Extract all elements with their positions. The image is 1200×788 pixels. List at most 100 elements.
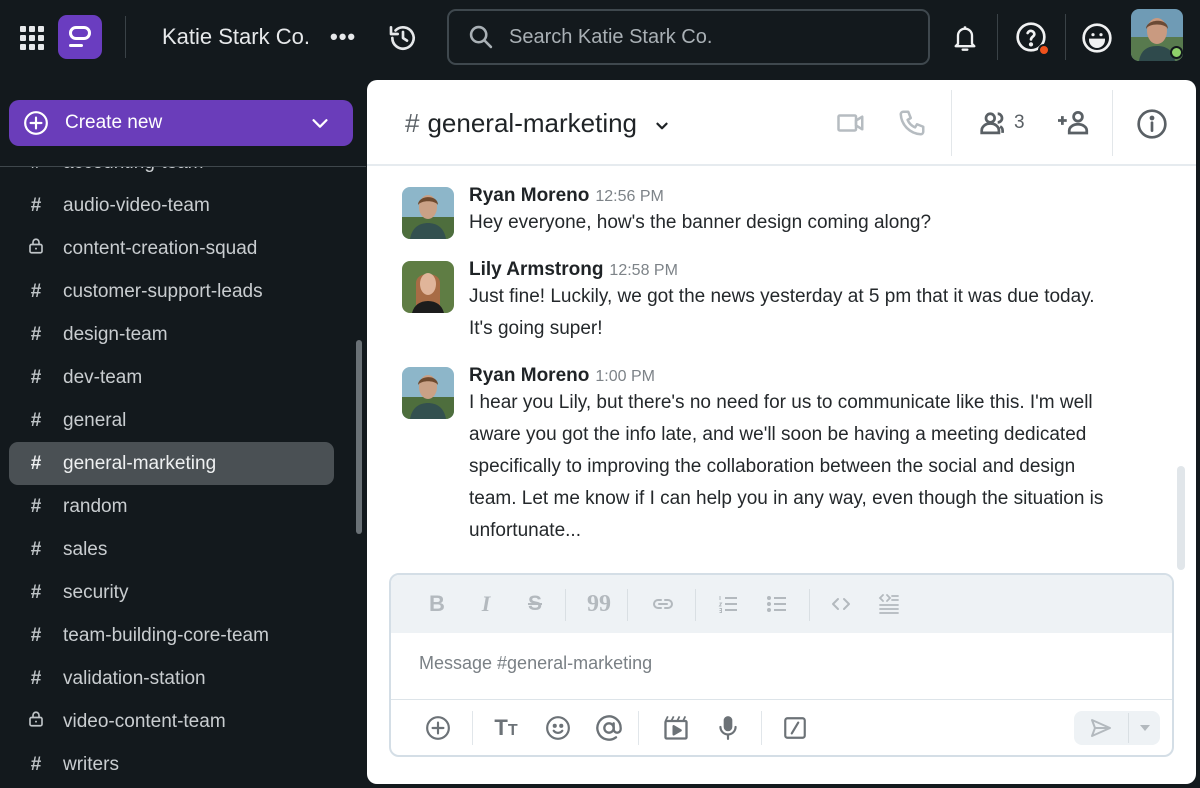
channel-label: accounting-team	[63, 167, 203, 174]
channel-label: content-creation-squad	[63, 237, 258, 259]
channel-label: sales	[63, 538, 108, 560]
emoji-icon[interactable]	[543, 713, 573, 743]
send-button[interactable]	[1074, 711, 1128, 745]
microphone-icon[interactable]	[713, 713, 743, 743]
caret-down-icon	[1139, 725, 1150, 731]
hash-icon: #	[30, 753, 42, 775]
message-line: aware you got the info late, and we'll s…	[469, 424, 1087, 445]
sidebar-item-validation-station[interactable]: # validation-station	[9, 657, 334, 700]
ordered-list-icon[interactable]	[715, 591, 741, 617]
divider	[125, 16, 126, 58]
app-grid-icon[interactable]	[19, 25, 45, 51]
sidebar-item-random[interactable]: # random	[9, 485, 334, 528]
strikethrough-icon[interactable]: S	[522, 591, 548, 617]
author-avatar[interactable]	[402, 187, 454, 239]
sidebar-item-writers[interactable]: # writers	[9, 743, 334, 786]
message-list-scrollbar[interactable]	[1177, 466, 1185, 570]
member-count: 3	[1014, 112, 1025, 133]
hash-icon: #	[30, 624, 42, 646]
message-input[interactable]	[419, 653, 1139, 674]
sidebar-item-general[interactable]: # general	[9, 399, 334, 442]
channel-label: general-marketing	[63, 452, 217, 474]
author-name[interactable]: Ryan Moreno	[469, 365, 589, 386]
divider	[695, 589, 696, 621]
divider	[565, 589, 566, 621]
channel-title-button[interactable]: # general-marketing	[405, 108, 671, 139]
top-bar: Katie Stark Co. •••	[0, 0, 1200, 76]
search-icon	[469, 25, 493, 49]
italic-icon[interactable]: I	[473, 591, 499, 617]
author-avatar[interactable]	[402, 367, 454, 419]
mention-icon[interactable]	[594, 713, 624, 743]
channel-panel: # general-marketing 3 Ryan Moreno 12:56 …	[367, 80, 1196, 784]
message-line: unfortunate...	[469, 520, 581, 541]
divider	[391, 699, 1172, 700]
channel-info-icon[interactable]	[1136, 108, 1168, 140]
attach-plus-icon[interactable]	[423, 713, 453, 743]
channel-label: audio-video-team	[63, 194, 210, 216]
status-emoji-icon[interactable]	[1080, 21, 1114, 55]
sidebar-item-general-marketing[interactable]: # general-marketing	[9, 442, 334, 485]
notifications-bell-icon[interactable]	[949, 20, 981, 56]
phone-call-icon[interactable]	[897, 108, 927, 138]
channel-header: # general-marketing 3	[367, 80, 1196, 166]
divider	[997, 14, 998, 60]
hash-icon: #	[30, 366, 42, 388]
add-member-icon[interactable]	[1055, 108, 1091, 138]
history-icon[interactable]	[386, 21, 420, 55]
message-text: I hear you Lily, but there's no need for…	[469, 387, 1149, 547]
send-options-dropdown[interactable]	[1129, 711, 1160, 745]
message-line: Just fine! Luckily, we got the news yest…	[469, 286, 1095, 307]
author-name[interactable]: Ryan Moreno	[469, 185, 589, 206]
sidebar-item-audio-video-team[interactable]: # audio-video-team	[9, 184, 334, 227]
hash-icon: #	[30, 581, 42, 603]
message-text: Just fine! Luckily, we got the news yest…	[469, 281, 1149, 345]
hash-icon: #	[27, 167, 45, 174]
sidebar-item-team-building-core-team[interactable]: # team-building-core-team	[9, 614, 334, 657]
divider	[809, 589, 810, 621]
sidebar-item-accounting-team[interactable]: # accounting-team	[9, 167, 334, 184]
help-button[interactable]	[1014, 20, 1050, 56]
app-logo[interactable]	[58, 15, 102, 59]
sidebar-item-video-content-team[interactable]: video-content-team	[9, 700, 334, 743]
slash-command-icon[interactable]	[780, 713, 810, 743]
text-format-icon[interactable]: TT	[491, 713, 521, 743]
video-message-icon[interactable]	[661, 713, 691, 743]
sidebar-item-dev-team[interactable]: # dev-team	[9, 356, 334, 399]
author-avatar[interactable]	[402, 261, 454, 313]
code-icon[interactable]	[828, 591, 854, 617]
sidebar-item-customer-support-leads[interactable]: # customer-support-leads	[9, 270, 334, 313]
code-block-icon[interactable]	[876, 591, 902, 617]
link-icon[interactable]	[650, 591, 676, 617]
sidebar-item-design-team[interactable]: # design-team	[9, 313, 334, 356]
message-line: team. Let me know if I can help you in a…	[469, 488, 1104, 509]
channel-label: customer-support-leads	[63, 280, 263, 302]
hash-icon: #	[30, 280, 42, 302]
video-call-icon[interactable]	[836, 108, 866, 138]
channel-list: # accounting-team # audio-video-team conte…	[0, 167, 360, 788]
message-line: Hey everyone, how's the banner design co…	[469, 212, 932, 233]
quote-icon[interactable]: 99	[586, 591, 612, 617]
sidebar-scrollbar[interactable]	[356, 340, 362, 534]
user-online-status	[1170, 46, 1183, 59]
search-input[interactable]	[509, 25, 889, 49]
workspace-name[interactable]: Katie Stark Co.	[162, 24, 310, 50]
workspace-more-button[interactable]: •••	[330, 24, 356, 50]
hash-icon: #	[30, 667, 42, 689]
bold-icon[interactable]: B	[424, 591, 450, 617]
search-box[interactable]	[447, 9, 930, 65]
members-icon	[980, 112, 1004, 135]
sidebar-item-content-creation-squad[interactable]: content-creation-squad	[9, 227, 334, 270]
bullet-list-icon[interactable]	[764, 591, 790, 617]
channel-name: general-marketing	[427, 108, 638, 138]
create-new-button[interactable]: Create new	[9, 100, 353, 146]
hash-icon: #	[30, 323, 42, 345]
author-name[interactable]: Lily Armstrong	[469, 259, 603, 280]
sidebar-item-sales[interactable]: # sales	[9, 528, 334, 571]
members-button[interactable]: 3	[978, 108, 1025, 138]
message-timestamp: 1:00 PM	[595, 368, 655, 385]
channel-label: writers	[63, 753, 119, 775]
message-list: Ryan Moreno 12:56 PM Hey everyone, how's …	[367, 168, 1196, 568]
channel-label: general	[63, 409, 127, 431]
sidebar-item-security[interactable]: # security	[9, 571, 334, 614]
